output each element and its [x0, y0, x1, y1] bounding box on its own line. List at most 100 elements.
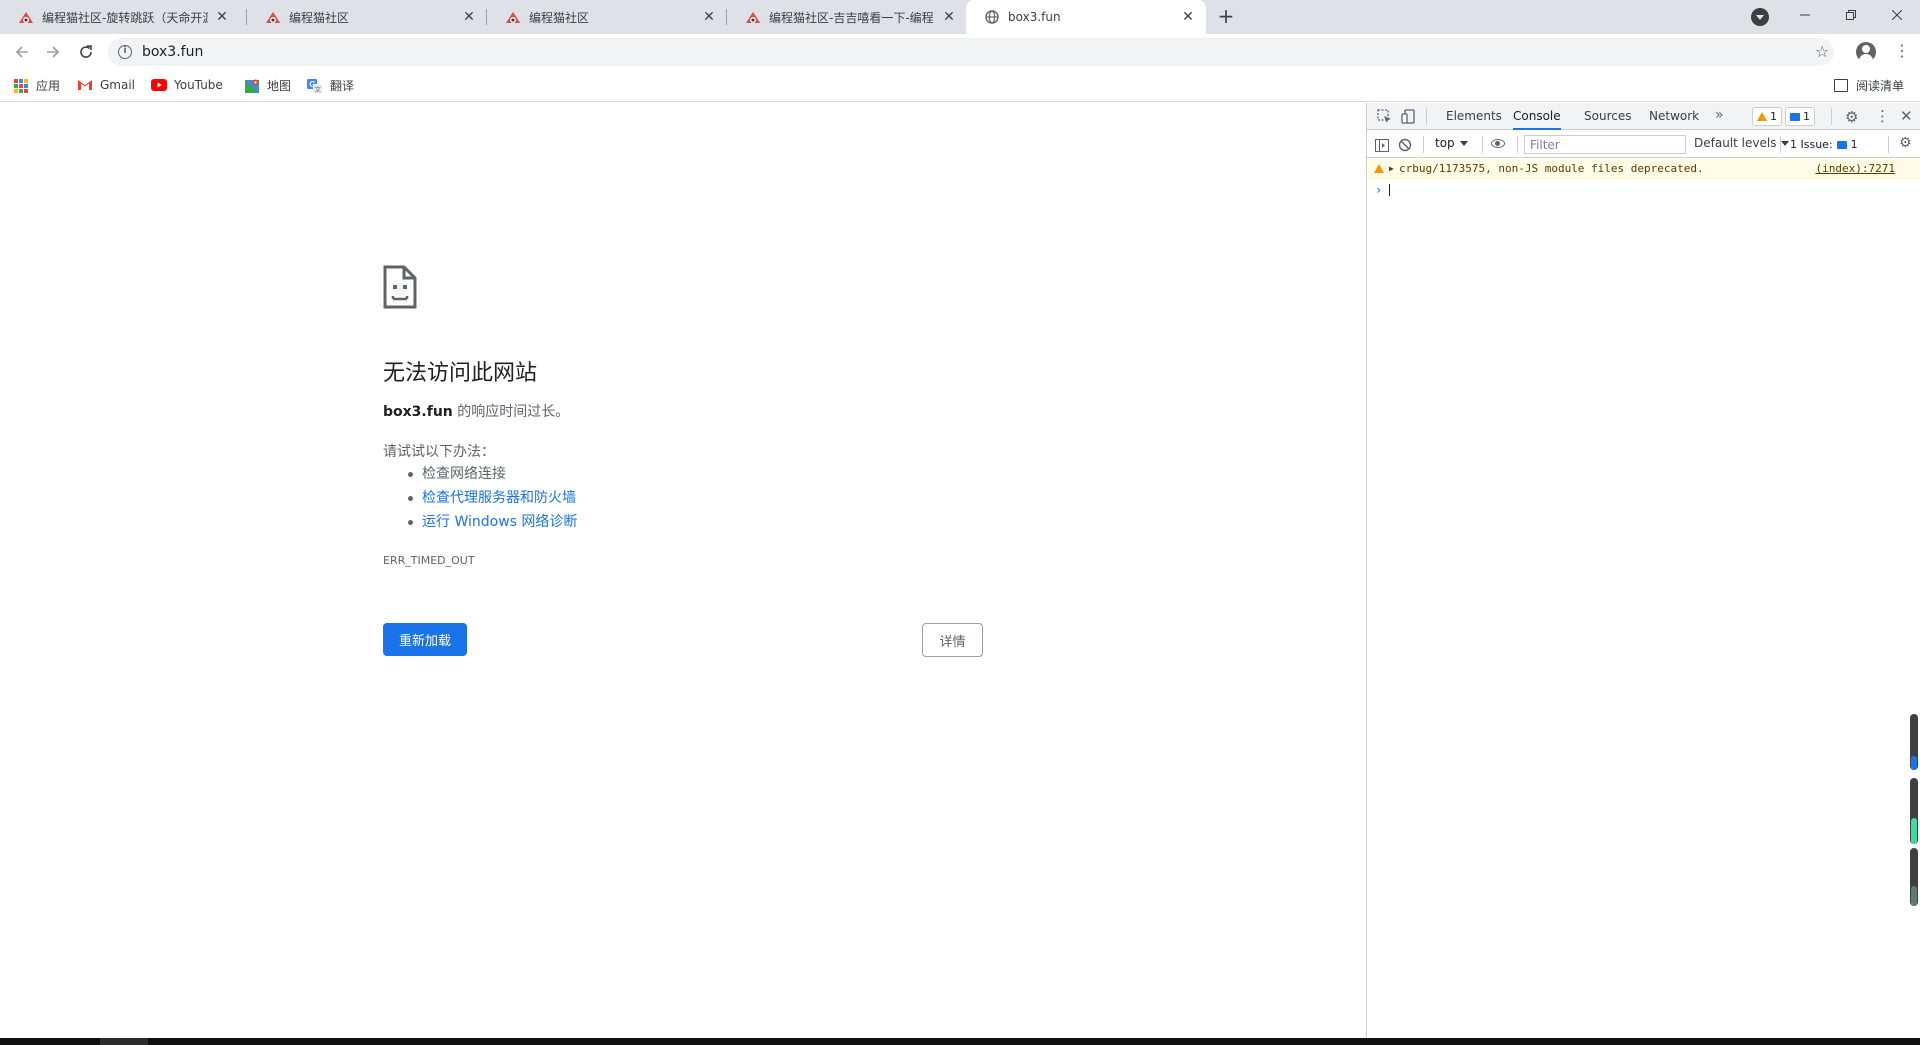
bookmark-translate[interactable]: G文 翻译: [307, 77, 354, 94]
error-description: box3.fun 的响应时间过长。: [383, 401, 569, 421]
url-text: box3.fun: [142, 44, 204, 60]
codemao-icon: [505, 9, 521, 25]
clear-console-icon[interactable]: [1398, 137, 1414, 152]
toolbar-divider: [1482, 136, 1483, 153]
close-icon[interactable]: ✕: [214, 9, 230, 25]
profile-avatar-icon[interactable]: [1856, 42, 1876, 62]
log-levels-dropdown[interactable]: Default levels: [1694, 136, 1790, 150]
browser-tab-active[interactable]: box3.fun ✕: [966, 0, 1206, 34]
console-filter-input[interactable]: [1524, 135, 1686, 154]
toolbar-divider: [1517, 136, 1518, 153]
restore-button[interactable]: [1828, 0, 1874, 30]
warnings-count: 1: [1770, 110, 1777, 123]
browser-tab[interactable]: 编程猫社区-吉吉嘻看一下-编程 ✕: [727, 0, 967, 34]
tab-console[interactable]: Console: [1513, 103, 1561, 130]
browser-toolbar: i box3.fun ☆ ⋮: [0, 34, 1920, 70]
sad-page-icon: [382, 263, 418, 315]
text-cursor: [1389, 184, 1390, 196]
bookmark-star-icon[interactable]: ☆: [1815, 42, 1829, 61]
suggestion-text: 检查网络连接: [422, 466, 506, 482]
back-button[interactable]: [10, 40, 34, 64]
side-gauge[interactable]: [1910, 778, 1918, 844]
suggestions-list: 检查网络连接 检查代理服务器和防火墙 运行 Windows 网络诊断: [407, 462, 577, 534]
console-prompt[interactable]: ›: [1367, 180, 1920, 200]
messages-count: 1: [1803, 110, 1810, 123]
tab-network[interactable]: Network: [1649, 103, 1699, 130]
error-page: 无法访问此网站 box3.fun 的响应时间过长。 请试试以下办法： 检查网络连…: [0, 103, 1366, 1038]
globe-icon: [984, 9, 1000, 25]
suggestion-link-diagnostics[interactable]: 运行 Windows 网络诊断: [422, 514, 577, 530]
close-icon[interactable]: ✕: [701, 9, 717, 25]
taskbar-item[interactable]: [100, 1038, 148, 1045]
issues-counter[interactable]: 1 Issue: 1: [1786, 135, 1862, 154]
gauge-fill: [1911, 818, 1917, 844]
suggestion-item: 检查网络连接: [407, 462, 577, 486]
error-code: ERR_TIMED_OUT: [383, 554, 475, 567]
menu-kebab-icon[interactable]: ⋮: [1894, 43, 1910, 59]
sidebar-toggle-icon[interactable]: [1375, 137, 1391, 152]
tab-elements[interactable]: Elements: [1446, 103, 1502, 130]
devtools-menu-icon[interactable]: ⋮: [1875, 107, 1890, 125]
bookmark-label: 地图: [267, 79, 292, 93]
toolbar-divider: [1426, 108, 1427, 125]
inspect-element-icon[interactable]: [1377, 109, 1393, 124]
reading-list-button[interactable]: 阅读清单: [1834, 77, 1904, 94]
bookmark-gmail[interactable]: Gmail: [77, 77, 135, 93]
browser-tab[interactable]: 编程猫社区 ✕: [487, 0, 727, 34]
youtube-icon: [151, 77, 167, 93]
toolbar-divider: [1888, 136, 1889, 153]
suggestion-link-proxy[interactable]: 检查代理服务器和防火墙: [422, 490, 576, 506]
bookmark-maps[interactable]: 地图: [244, 77, 291, 94]
more-tabs-icon[interactable]: »: [1715, 107, 1724, 123]
warnings-badge[interactable]: 1: [1752, 107, 1782, 126]
side-gauge[interactable]: [1910, 714, 1918, 770]
address-bar[interactable]: i box3.fun: [108, 38, 1834, 66]
messages-badge[interactable]: 1: [1785, 107, 1815, 126]
settings-gear-icon[interactable]: ⚙: [1845, 108, 1858, 126]
codemao-icon: [18, 9, 34, 25]
bookmark-apps[interactable]: 应用: [13, 77, 60, 94]
levels-value: Default levels: [1694, 136, 1777, 150]
tab-search-icon[interactable]: [1751, 8, 1769, 26]
close-window-button[interactable]: [1874, 0, 1920, 30]
gmail-icon: [77, 77, 93, 93]
warning-icon: [1374, 164, 1384, 173]
reading-list-icon: [1834, 79, 1848, 92]
gauge-fill: [1911, 756, 1917, 770]
taskbar: [0, 1038, 1920, 1045]
minimize-button[interactable]: [1782, 0, 1828, 30]
close-icon[interactable]: ✕: [1180, 9, 1196, 25]
console-warning-message[interactable]: ▶ crbug/1173575, non-JS module files dep…: [1367, 159, 1920, 179]
browser-tab[interactable]: 编程猫社区 ✕: [247, 0, 487, 34]
context-selector[interactable]: top: [1435, 136, 1468, 150]
device-toolbar-icon[interactable]: [1401, 109, 1417, 124]
details-button[interactable]: 详情: [922, 623, 983, 657]
bookmark-youtube[interactable]: YouTube: [151, 77, 223, 93]
live-expression-eye-icon[interactable]: [1491, 139, 1505, 148]
site-info-icon[interactable]: i: [118, 45, 132, 59]
suggestions-heading: 请试试以下办法：: [383, 444, 495, 460]
new-tab-button[interactable]: +: [1214, 5, 1238, 29]
reload-button[interactable]: 重新加载: [383, 623, 467, 656]
console-settings-gear-icon[interactable]: ⚙: [1899, 136, 1915, 151]
close-icon[interactable]: ✕: [941, 9, 957, 25]
reading-list-label: 阅读清单: [1856, 79, 1905, 93]
reload-icon[interactable]: [74, 40, 98, 64]
suggestion-item: 运行 Windows 网络诊断: [407, 510, 577, 534]
error-desc-suffix: 的响应时间过长。: [452, 404, 570, 420]
close-devtools-icon[interactable]: ✕: [1900, 107, 1913, 125]
side-gauge[interactable]: [1910, 848, 1918, 906]
forward-button[interactable]: [41, 40, 65, 64]
issue-icon: [1836, 140, 1847, 149]
tab-title: box3.fun: [1008, 10, 1061, 24]
maps-icon: [244, 78, 260, 94]
toolbar-divider: [1831, 108, 1832, 125]
tab-sources[interactable]: Sources: [1584, 103, 1631, 130]
tab-title: 编程猫社区: [529, 10, 590, 25]
browser-tab[interactable]: 编程猫社区-旋转跳跃（天命开源 ✕: [0, 0, 240, 34]
issues-label: 1 Issue:: [1790, 138, 1833, 151]
console-source-link[interactable]: (index):7271: [1816, 159, 1895, 179]
expand-arrow-icon[interactable]: ▶: [1389, 159, 1394, 179]
close-icon[interactable]: ✕: [461, 9, 477, 25]
bookmark-label: 翻译: [330, 79, 355, 93]
